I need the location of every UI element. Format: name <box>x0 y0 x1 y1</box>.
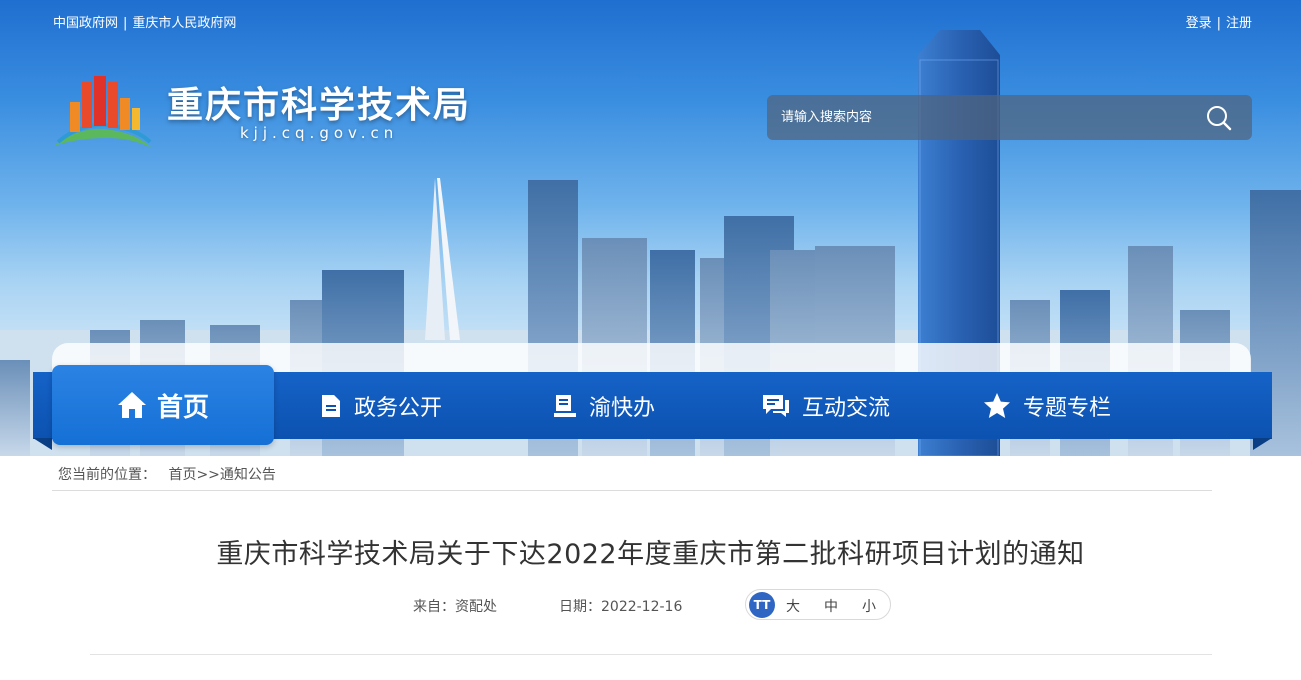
nav-item-special-topics[interactable]: 专题专栏 <box>983 372 1111 439</box>
font-size-medium-button[interactable]: 中 <box>824 596 838 616</box>
search-input[interactable] <box>781 95 1181 140</box>
home-icon <box>117 392 146 418</box>
content-divider <box>90 654 1212 655</box>
nav-item-open-government[interactable]: 政务公开 <box>320 372 442 439</box>
site-title[interactable]: 重庆市科学技术局 <box>167 76 471 128</box>
source-label: 来自： <box>413 599 455 615</box>
top-links: 中国政府网 | 重庆市人民政府网 <box>53 12 236 31</box>
search-box <box>767 95 1252 140</box>
site-logo[interactable] <box>52 72 154 152</box>
nav-home-label: 首页 <box>156 392 209 423</box>
article-title: 重庆市科学技术局关于下达2022年度重庆市第二批科研项目计划的通知 <box>216 539 1085 570</box>
separator: | <box>123 16 128 31</box>
nav-fold-right <box>1253 438 1272 450</box>
article-date: 日期：2022-12-16 <box>559 596 682 616</box>
user-links: 登录 | 注册 <box>1186 12 1252 31</box>
font-size-icon: TT <box>749 592 775 618</box>
nav-label: 互动交流 <box>802 395 891 421</box>
document-icon <box>322 394 340 417</box>
nav-label: 专题专栏 <box>1023 395 1112 421</box>
nav-label: 政务公开 <box>354 395 443 421</box>
breadcrumb-prefix: 您当前的位置： <box>58 467 156 483</box>
chat-icon <box>763 394 789 417</box>
register-link[interactable]: 注册 <box>1226 16 1252 31</box>
font-size-control: TT 大 中 小 <box>745 589 891 620</box>
site-domain: kjj.cq.gov.cn <box>240 124 399 142</box>
star-icon <box>984 393 1010 418</box>
breadcrumb-divider <box>52 490 1212 491</box>
cq-gov-link[interactable]: 重庆市人民政府网 <box>132 16 236 31</box>
article-source: 来自：资配处 <box>413 596 497 616</box>
breadcrumb-home[interactable]: 首页 <box>168 467 196 483</box>
breadcrumb-arrow: >> <box>196 467 220 483</box>
breadcrumb: 您当前的位置： 首页>>通知公告 <box>58 464 276 484</box>
font-size-small-button[interactable]: 小 <box>862 596 876 616</box>
login-link[interactable]: 登录 <box>1186 16 1212 31</box>
nav-item-home[interactable]: 首页 <box>52 365 274 445</box>
nav-fold-left <box>33 438 52 450</box>
source-value: 资配处 <box>455 599 497 615</box>
breadcrumb-current[interactable]: 通知公告 <box>220 467 276 483</box>
date-value: 2022-12-16 <box>601 599 683 615</box>
date-label: 日期： <box>559 599 601 615</box>
font-size-large-button[interactable]: 大 <box>786 596 800 616</box>
search-icon[interactable] <box>1206 105 1232 131</box>
nav-item-yukuaiban[interactable]: 渝快办 <box>553 372 655 439</box>
nav-item-interaction[interactable]: 互动交流 <box>762 372 890 439</box>
service-icon <box>554 394 576 417</box>
nav-label: 渝快办 <box>589 395 656 421</box>
separator: | <box>1216 16 1221 31</box>
gov-cn-link[interactable]: 中国政府网 <box>53 16 118 31</box>
